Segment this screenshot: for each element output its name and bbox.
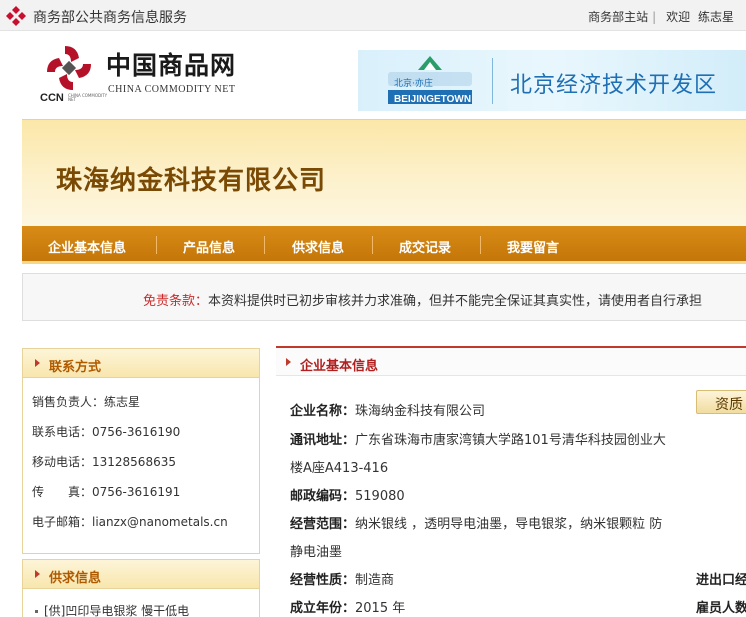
disclaimer: 免责条款：本资料提供时已初步审核并力求准确，但并不能完全保证其真实性，请使用者自… [143, 290, 702, 309]
nav-supply[interactable]: 供求信息 [292, 237, 344, 256]
company-nav: 企业基本信息 产品信息 供求信息 成交记录 我要留言 [22, 226, 746, 264]
supply-panel: 供求信息 [供]凹印导电银浆 慢干低电 [22, 559, 260, 617]
field-postcode: 邮政编码：519080 [290, 489, 405, 504]
contact-sales: 销售负责人：练志星 [32, 395, 141, 409]
site-name: 商务部公共商务信息服务 [33, 10, 187, 26]
contact-fax: 传 真：0756-3616191 [32, 485, 181, 499]
field-import-export: 进出口经 [696, 573, 746, 588]
nav-separator [480, 236, 481, 254]
brand-title: 中国商品网 [106, 51, 237, 80]
field-founded-year: 成立年份：2015 年 [290, 601, 406, 616]
bullet-icon [35, 610, 38, 613]
contact-email[interactable]: 电子邮箱：lianzx@nanometals.cn [32, 513, 228, 530]
field-business-scope: 经营范围：纳米银线 ，透明导电油墨，导电银浆，纳米银颗粒 防 [290, 517, 663, 532]
contact-phone: 联系电话：0756-3616190 [32, 425, 181, 439]
triangle-right-icon [286, 358, 291, 366]
supply-item-text: [供]凹印导电银浆 慢干低电 [44, 604, 190, 617]
info-title: 企业基本信息 [300, 359, 379, 374]
field-company-name: 企业名称：珠海纳金科技有限公司 [290, 404, 486, 419]
nav-leave-message[interactable]: 我要留言 [507, 237, 559, 256]
info-header: 企业基本信息 [276, 346, 746, 376]
field-employees: 雇员人数 [696, 601, 746, 616]
qualification-button[interactable]: 资质 [696, 390, 746, 414]
field-address: 通讯地址：广东省珠海市唐家湾镇大学路101号清华科技园创业大 [290, 433, 666, 448]
beijing-etown-cn: 北京·亦庄 [394, 79, 433, 89]
banner-zone-name: 北京经济技术开发区 [510, 73, 718, 98]
triangle-right-icon [35, 570, 40, 578]
top-bar: 商务部公共商务信息服务 商务部主站 | 欢迎 练志星 [0, 0, 746, 31]
ccn-abbr: CCN [40, 92, 64, 104]
contact-mobile: 移动电话：13128568635 [32, 455, 176, 469]
contact-panel-header: 联系方式 [23, 349, 259, 378]
triangle-right-icon [35, 359, 40, 367]
link-separator: | [652, 10, 657, 24]
nav-basic-info[interactable]: 企业基本信息 [48, 237, 126, 256]
company-header: 珠海纳金科技有限公司 [22, 119, 746, 226]
field-business-type: 经营性质：制造商 [290, 573, 395, 588]
nav-separator [264, 236, 265, 254]
supply-list-item[interactable]: [供]凹印导电银浆 慢干低电 [35, 602, 189, 617]
ccn-abbr-sub: CHINA COMMODITY NET [68, 93, 108, 102]
disclaimer-box: 免责条款：本资料提供时已初步审核并力求准确，但并不能完全保证其真实性，请使用者自… [22, 273, 746, 321]
welcome-text: 欢迎 [666, 10, 691, 24]
disclaimer-label: 免责条款： [143, 294, 209, 309]
supply-title: 供求信息 [49, 571, 102, 586]
nav-transactions[interactable]: 成交记录 [399, 237, 451, 256]
field-address-cont: 楼A座A413-416 [290, 461, 389, 476]
user-name[interactable]: 练志星 [698, 10, 734, 24]
home-link[interactable]: 商务部主站 [588, 10, 648, 24]
brand-title-en: CHINA COMMODITY NET [108, 84, 236, 95]
company-name: 珠海纳金科技有限公司 [56, 166, 327, 196]
beijing-etown-en: BEIJINGETOWN [394, 94, 472, 105]
contact-title: 联系方式 [49, 360, 102, 375]
supply-panel-header: 供求信息 [23, 560, 259, 589]
contact-panel: 联系方式 销售负责人：练志星 联系电话：0756-3616190 移动电话：13… [22, 348, 260, 554]
ad-banner[interactable]: 北京·亦庄 BEIJINGETOWN 北京经济技术开发区 [358, 50, 746, 111]
brand-logo[interactable]: CCN CHINA COMMODITY NET 中国商品网 CHINA COMM… [38, 42, 298, 112]
field-business-scope-cont: 静电油墨 [290, 545, 343, 560]
top-links: 商务部主站 | 欢迎 练志星 [584, 8, 734, 25]
banner-divider [492, 58, 493, 104]
mofcom-logo-icon [6, 6, 26, 26]
disclaimer-text: 本资料提供时已初步审核并力求准确，但并不能完全保证其真实性，请使用者自行承担 [208, 294, 703, 309]
nav-separator [372, 236, 373, 254]
qualification-label: 资质 [715, 397, 743, 413]
nav-products[interactable]: 产品信息 [183, 237, 235, 256]
nav-separator [156, 236, 157, 254]
